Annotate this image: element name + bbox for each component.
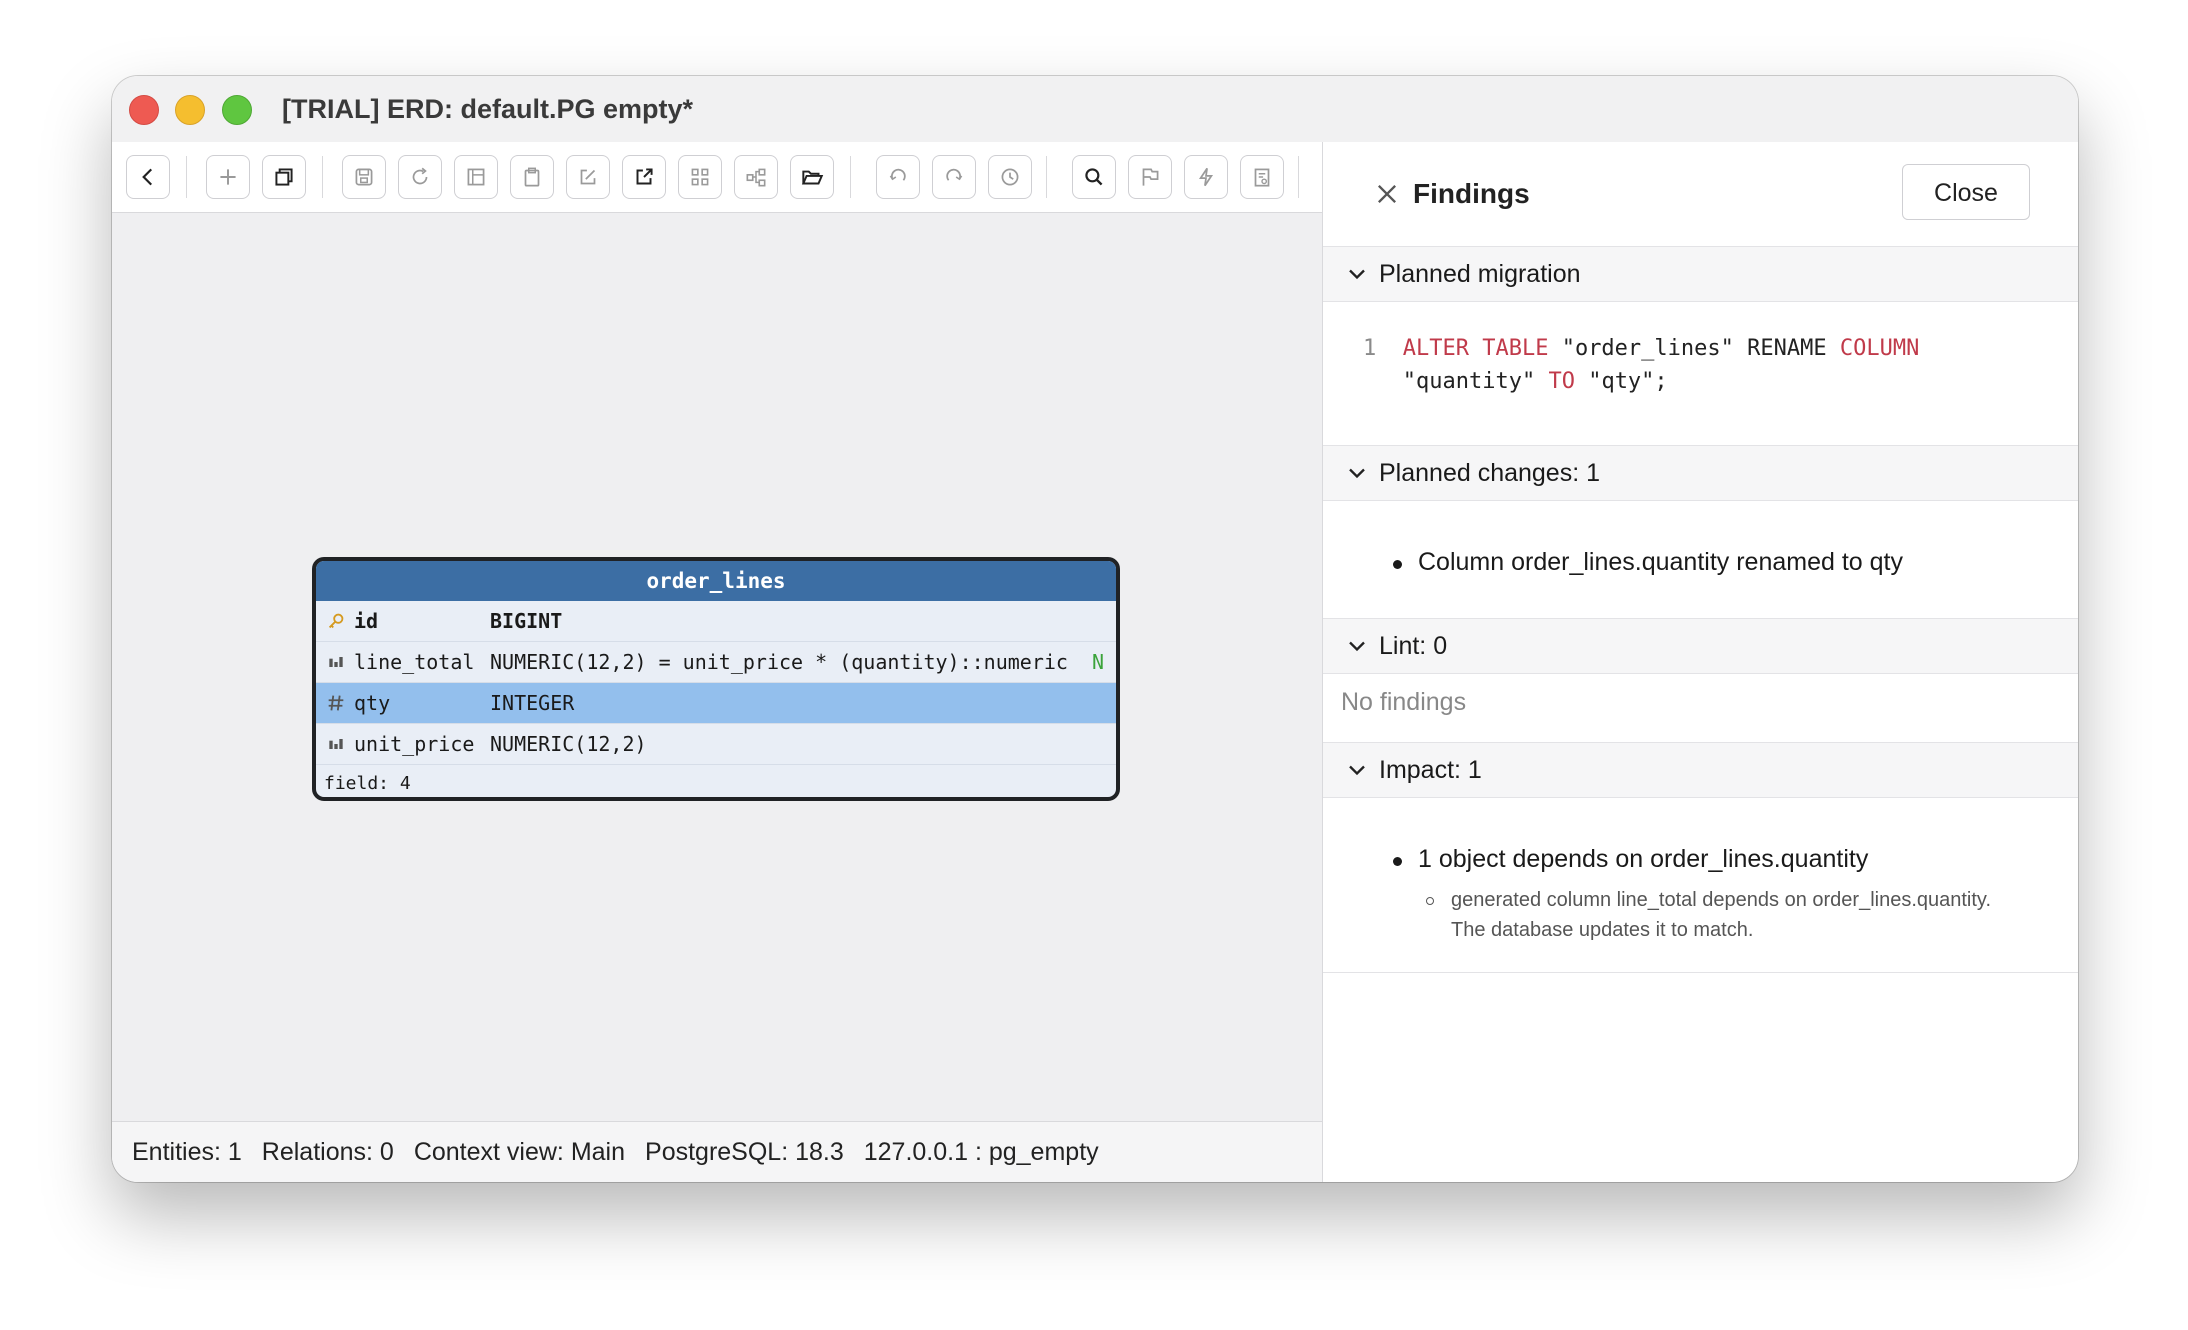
edit-button[interactable] — [566, 155, 610, 199]
section-label: Planned changes: 1 — [1379, 459, 1601, 487]
findings-header: Findings Close — [1323, 142, 2078, 247]
section-label: Lint: 0 — [1379, 632, 1448, 660]
window-maximize-button[interactable] — [222, 95, 252, 125]
erd-window: [TRIAL] ERD: default.PG empty* order_lin… — [112, 76, 2078, 1182]
lightning-icon — [1198, 167, 1214, 187]
layout-button[interactable] — [454, 155, 498, 199]
save-icon — [355, 168, 373, 186]
diagram-icon — [746, 168, 766, 187]
flag-button[interactable] — [1128, 155, 1172, 199]
status-context: Context view: Main — [413, 1138, 626, 1166]
plus-icon — [220, 169, 236, 185]
erd-editor: order_lines id BIGINT line_total NUMERIC… — [112, 142, 1322, 1182]
chevron-down-icon — [1349, 765, 1365, 776]
report-icon — [1254, 168, 1270, 187]
not-null-marker: N — [1091, 650, 1104, 674]
column-row[interactable]: unit_price NUMERIC(12,2) — [316, 724, 1116, 765]
chevron-down-icon — [1349, 641, 1365, 652]
lint-empty: No findings — [1341, 688, 1467, 716]
migration-sql: 1 ALTER TABLE "order_lines" RENAME COLUM… — [1363, 336, 1920, 394]
execute-button[interactable] — [1184, 155, 1228, 199]
column-name: unit_price — [354, 732, 475, 756]
column-row[interactable]: line_total NUMERIC(12,2) = unit_price * … — [316, 642, 1116, 683]
column-type: NUMERIC(12,2) = unit_price * (quantity):… — [490, 650, 1068, 674]
open-folder-button[interactable] — [790, 155, 834, 199]
column-type: INTEGER — [490, 691, 575, 715]
grid-button[interactable] — [678, 155, 722, 199]
findings-panel: Findings Close Planned migration 1 ALTER… — [1322, 142, 2078, 1182]
window-title: [TRIAL] ERD: default.PG empty* — [282, 94, 694, 124]
close-button[interactable]: Close — [1902, 164, 2030, 220]
chevron-down-icon — [1349, 269, 1365, 280]
refresh-icon — [412, 167, 428, 185]
section-lint[interactable]: Lint: 0 — [1323, 618, 2078, 674]
edit-icon — [580, 169, 596, 185]
chevron-down-icon — [1349, 468, 1365, 479]
status-entities: Entities: 1 — [132, 1138, 242, 1166]
impact-detail: The database updates it to match. — [1451, 919, 1754, 941]
entity-title: order_lines — [316, 561, 1116, 601]
new-window-button[interactable] — [262, 155, 306, 199]
search-icon — [1085, 168, 1103, 186]
column-row[interactable]: id BIGINT — [316, 601, 1116, 642]
search-button[interactable] — [1072, 155, 1116, 199]
redo-button[interactable] — [932, 155, 976, 199]
add-button[interactable] — [206, 155, 250, 199]
window-minimize-button[interactable] — [175, 95, 205, 125]
refresh-button[interactable] — [398, 155, 442, 199]
column-icon — [324, 642, 348, 682]
status-relations: Relations: 0 — [261, 1138, 394, 1166]
section-label: Impact: 1 — [1379, 756, 1482, 784]
status-db: PostgreSQL: 18.3 — [645, 1138, 844, 1166]
column-icon — [324, 724, 348, 764]
section-planned-migration[interactable]: Planned migration — [1323, 246, 2078, 302]
section-planned-changes[interactable]: Planned changes: 1 — [1323, 445, 2078, 501]
hash-icon — [324, 683, 348, 723]
column-name: qty — [354, 691, 391, 715]
erd-canvas[interactable]: order_lines id BIGINT line_total NUMERIC… — [112, 213, 1322, 1122]
report-button[interactable] — [1240, 155, 1284, 199]
line-number: 1 — [1363, 336, 1377, 361]
redo-icon — [946, 168, 963, 181]
window-close-button[interactable] — [129, 95, 159, 125]
external-link-icon — [636, 168, 653, 185]
diagram-button[interactable] — [734, 155, 778, 199]
chevron-left-icon — [142, 168, 153, 186]
title-bar: [TRIAL] ERD: default.PG empty* — [112, 76, 2078, 142]
clipboard-icon — [524, 167, 540, 187]
open-external-button[interactable] — [622, 155, 666, 199]
toolbar — [112, 142, 1322, 213]
entity-order-lines[interactable]: order_lines id BIGINT line_total NUMERIC… — [312, 557, 1120, 801]
flag-icon — [1142, 168, 1159, 186]
key-icon — [324, 601, 348, 641]
clipboard-button[interactable] — [510, 155, 554, 199]
column-name: id — [354, 609, 379, 633]
column-type: NUMERIC(12,2) — [490, 732, 647, 756]
undo-icon — [889, 168, 906, 181]
copy-window-icon — [275, 168, 293, 186]
status-connection: 127.0.0.1 : pg_empty — [863, 1138, 1099, 1166]
entity-footer: field: 4 — [324, 773, 411, 794]
column-name: line_total — [354, 650, 475, 674]
section-impact[interactable]: Impact: 1 — [1323, 742, 2078, 798]
layout-icon — [467, 168, 485, 186]
history-button[interactable] — [988, 155, 1032, 199]
column-type: BIGINT — [490, 609, 563, 633]
column-row-selected[interactable]: qty INTEGER — [316, 683, 1116, 724]
grid-icon — [691, 168, 709, 186]
close-icon[interactable] — [1373, 180, 1401, 208]
section-label: Planned migration — [1379, 260, 1581, 288]
status-bar: Entities: 1 Relations: 0 Context view: Mai… — [112, 1121, 1322, 1182]
back-button[interactable] — [126, 155, 170, 199]
findings-title: Findings — [1413, 178, 1530, 209]
history-icon — [1001, 168, 1019, 186]
list-item: Column order_lines.quantity renamed to q… — [1418, 548, 1903, 576]
list-item: 1 object depends on order_lines.quantity — [1418, 845, 1869, 873]
save-button[interactable] — [342, 155, 386, 199]
folder-open-icon — [801, 170, 824, 185]
undo-button[interactable] — [876, 155, 920, 199]
impact-detail: generated column line_total depends on o… — [1451, 889, 1991, 911]
